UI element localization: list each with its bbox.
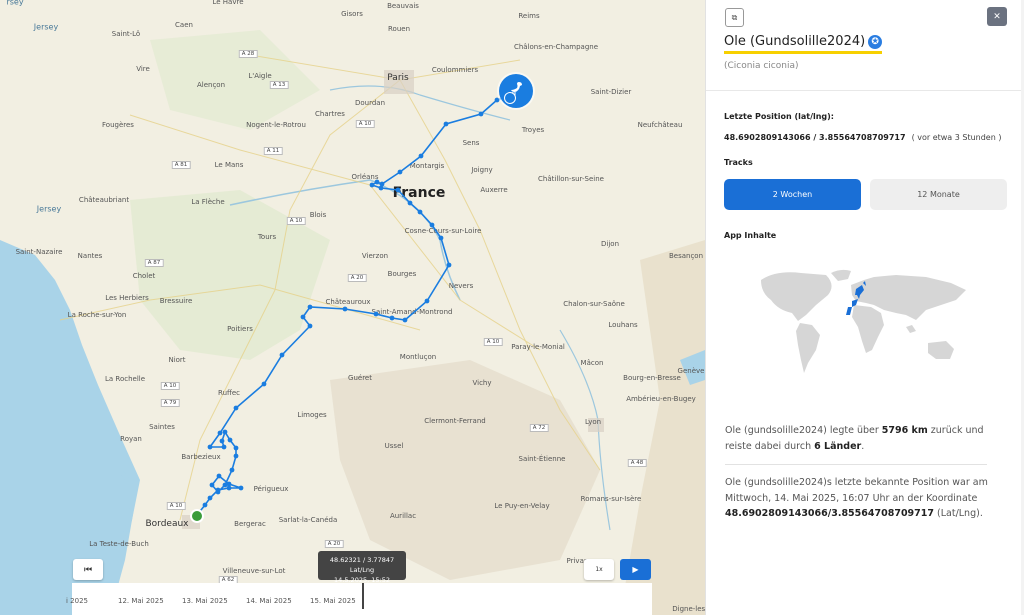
timeline-date: i 2025 bbox=[66, 597, 88, 605]
bird-position-marker[interactable] bbox=[499, 74, 533, 108]
track-point[interactable] bbox=[417, 209, 423, 215]
summary-distance: 5796 km bbox=[881, 425, 928, 436]
last-known-coords: 48.6902809143066/3.85564708709717 bbox=[725, 508, 934, 519]
track-point[interactable] bbox=[233, 405, 239, 411]
timeline-date: 12. Mai 2025 bbox=[118, 597, 164, 605]
summary-countries: 6 Länder bbox=[814, 440, 862, 452]
speed-label: 1x bbox=[595, 566, 603, 573]
track-point[interactable] bbox=[261, 381, 267, 387]
track-start-marker[interactable] bbox=[190, 509, 204, 523]
track-point[interactable] bbox=[424, 298, 430, 304]
track-point[interactable] bbox=[222, 482, 228, 488]
species-name: (Ciconia ciconia) bbox=[724, 61, 799, 71]
migration-track bbox=[194, 93, 512, 518]
track-point[interactable] bbox=[226, 481, 232, 487]
track-point[interactable] bbox=[219, 438, 225, 444]
track-point[interactable] bbox=[429, 222, 435, 228]
position-tooltip: 48.62321 / 3.77847 Lat/Lng 14.5.2025, 15… bbox=[318, 551, 406, 584]
app: Le Havre Caen Saint-Lô Vire Rouen Gisors Beauv… bbox=[0, 0, 1024, 615]
track-point[interactable] bbox=[389, 315, 395, 321]
target-icon[interactable] bbox=[504, 92, 516, 104]
track-point[interactable] bbox=[216, 473, 222, 479]
last-known-prefix: Ole (gundsolille2024)s letzte bekannte P… bbox=[725, 477, 988, 504]
track-point[interactable] bbox=[378, 185, 384, 191]
summary-text: Ole (gundsolille2024) legte über 5796 km… bbox=[725, 423, 995, 454]
last-position-heading: Letzte Position (lat/lng): bbox=[724, 112, 835, 121]
track-point[interactable] bbox=[494, 97, 500, 103]
track-point[interactable] bbox=[373, 311, 379, 317]
track-point[interactable] bbox=[374, 179, 380, 185]
track-point[interactable] bbox=[300, 314, 306, 320]
timeline-date: 13. Mai 2025 bbox=[182, 597, 228, 605]
track-point[interactable] bbox=[222, 429, 228, 435]
tab-2-weeks[interactable]: 2 Wochen bbox=[724, 179, 861, 210]
last-known-text: Ole (gundsolille2024)s letzte bekannte P… bbox=[725, 475, 995, 522]
track-point[interactable] bbox=[478, 111, 484, 117]
track-point[interactable] bbox=[342, 306, 348, 312]
track-point[interactable] bbox=[397, 169, 403, 175]
track-point[interactable] bbox=[379, 181, 385, 187]
track-point[interactable] bbox=[307, 323, 313, 329]
track-point[interactable] bbox=[402, 317, 408, 323]
map-view[interactable]: Le Havre Caen Saint-Lô Vire Rouen Gisors Beauv… bbox=[0, 0, 705, 615]
timeline-date: 15. Mai 2025 bbox=[310, 597, 356, 605]
track-point[interactable] bbox=[207, 495, 213, 501]
summary-prefix: Ole (gundsolille2024) legte über bbox=[725, 425, 882, 436]
track-point[interactable] bbox=[233, 445, 239, 451]
track-line bbox=[196, 95, 510, 516]
world-map-thumbnail[interactable] bbox=[756, 265, 976, 380]
bird-name: Ole (Gundsolille2024) bbox=[724, 34, 866, 49]
detail-panel: ⧉ ✕ Ole (Gundsolille2024) ✪ (Ciconia cico… bbox=[705, 0, 1024, 615]
tracks-heading: Tracks bbox=[724, 158, 753, 167]
timeline[interactable]: i 2025 12. Mai 2025 13. Mai 2025 14. Mai… bbox=[66, 583, 652, 615]
last-known-suffix: (Lat/Lng). bbox=[934, 508, 983, 519]
verified-star-icon: ✪ bbox=[868, 35, 883, 49]
track-point[interactable] bbox=[217, 430, 223, 436]
last-position: 48.6902809143066 / 3.85564708709717 ( vor… bbox=[724, 133, 1001, 142]
track-point[interactable] bbox=[233, 453, 239, 459]
divider bbox=[725, 464, 987, 465]
tab-12-months[interactable]: 12 Monate bbox=[870, 179, 1007, 210]
track-point[interactable] bbox=[207, 444, 213, 450]
rewind-icon: ⏮ bbox=[83, 564, 93, 575]
speed-button[interactable]: 1x bbox=[584, 559, 614, 580]
timeline-cursor[interactable] bbox=[362, 583, 364, 609]
copy-icon[interactable]: ⧉ bbox=[725, 8, 744, 27]
play-icon: ▶ bbox=[632, 565, 639, 574]
last-position-age: ( vor etwa 3 Stunden ) bbox=[911, 133, 1002, 142]
track-point[interactable] bbox=[229, 467, 235, 473]
divider bbox=[706, 90, 1024, 91]
track-point[interactable] bbox=[215, 489, 221, 495]
bird-title: Ole (Gundsolille2024) ✪ bbox=[724, 34, 883, 54]
track-point[interactable] bbox=[227, 437, 233, 443]
track-point[interactable] bbox=[238, 485, 244, 491]
track-point[interactable] bbox=[307, 304, 313, 310]
close-icon: ✕ bbox=[993, 11, 1001, 22]
track-point[interactable] bbox=[446, 262, 452, 268]
track-point[interactable] bbox=[438, 235, 444, 241]
track-point[interactable] bbox=[202, 502, 208, 508]
summary-suffix: . bbox=[861, 440, 865, 452]
close-button[interactable]: ✕ bbox=[987, 7, 1007, 26]
track-point[interactable] bbox=[418, 153, 424, 159]
track-point[interactable] bbox=[395, 187, 401, 193]
last-position-coords: 48.6902809143066 / 3.85564708709717 bbox=[724, 133, 906, 142]
tooltip-coords: 48.62321 / 3.77847 Lat/Lng bbox=[329, 556, 395, 574]
track-point[interactable] bbox=[407, 200, 413, 206]
track-point[interactable] bbox=[443, 121, 449, 127]
track-point[interactable] bbox=[279, 352, 285, 358]
track-point[interactable] bbox=[221, 444, 227, 450]
rewind-button[interactable]: ⏮ bbox=[73, 559, 103, 580]
play-button[interactable]: ▶ bbox=[620, 559, 651, 580]
track-point[interactable] bbox=[369, 182, 375, 188]
track-point[interactable] bbox=[209, 482, 215, 488]
timeline-date: 14. Mai 2025 bbox=[246, 597, 292, 605]
app-content-heading: App Inhalte bbox=[724, 231, 777, 240]
